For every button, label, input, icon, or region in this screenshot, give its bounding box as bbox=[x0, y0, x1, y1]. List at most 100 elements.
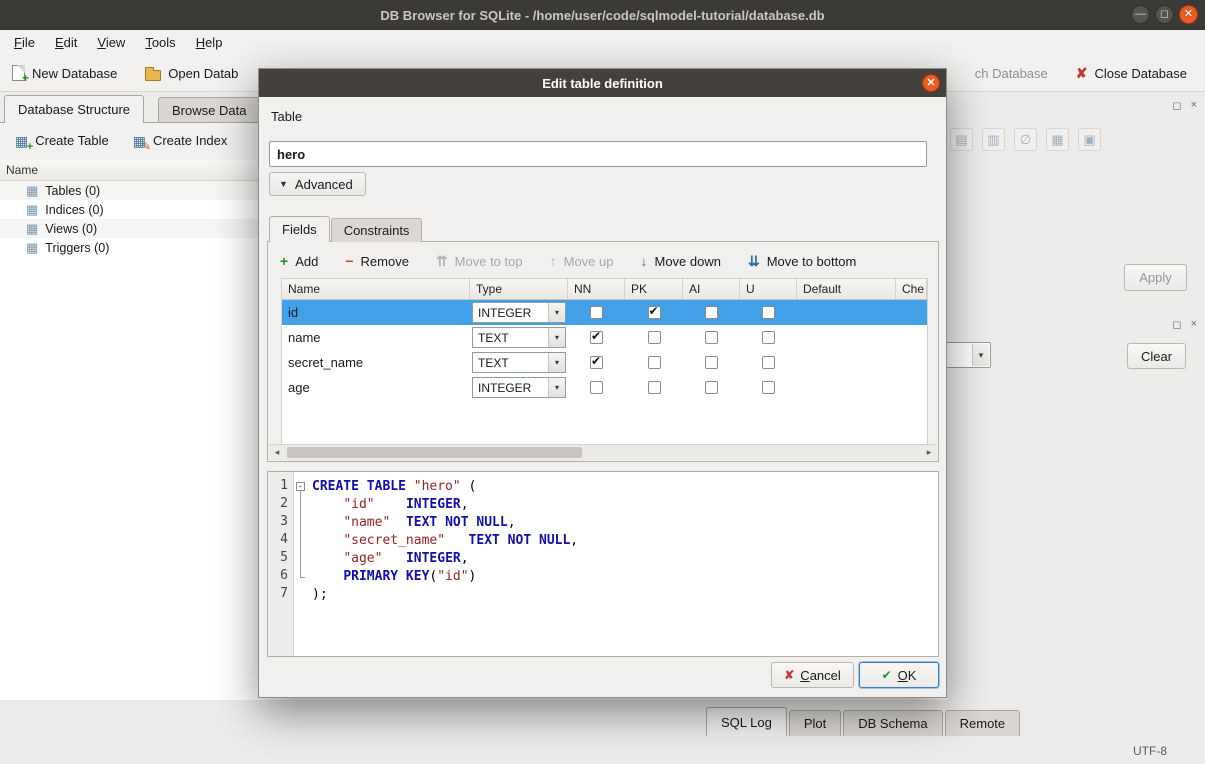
grid-rows: idINTEGER▾nameTEXT▾secret_nameTEXT▾ageIN… bbox=[282, 300, 927, 400]
sql-code[interactable]: CREATE TABLE "hero" ( "id" INTEGER, "nam… bbox=[308, 472, 578, 656]
menu-edit[interactable]: Edit bbox=[45, 32, 87, 53]
check-cell[interactable] bbox=[896, 300, 927, 325]
tab-browse-data[interactable]: Browse Data bbox=[158, 97, 260, 123]
check-cell[interactable] bbox=[896, 350, 927, 375]
bottom-tab-remote[interactable]: Remote bbox=[945, 710, 1021, 736]
fields-remove-button[interactable]: −Remove bbox=[345, 254, 409, 269]
maximize-icon[interactable]: ◻ bbox=[1155, 5, 1174, 24]
field-name-cell[interactable]: secret_name bbox=[282, 350, 470, 375]
table-name-input[interactable]: hero bbox=[269, 141, 927, 167]
default-cell[interactable] bbox=[797, 375, 896, 400]
field-row-secret-name[interactable]: secret_nameTEXT▾ bbox=[282, 350, 927, 375]
check-cell[interactable] bbox=[896, 375, 927, 400]
u-checkbox[interactable] bbox=[762, 306, 775, 319]
dialog-titlebar[interactable]: Edit table definition ✕ bbox=[259, 69, 946, 97]
cancel-button[interactable]: ✘ Cancel bbox=[771, 662, 854, 688]
nn-checkbox[interactable] bbox=[590, 331, 603, 344]
dock-close-icon[interactable]: × bbox=[1191, 99, 1197, 112]
bottom-tab-db-schema[interactable]: DB Schema bbox=[843, 710, 942, 736]
field-name-cell[interactable]: name bbox=[282, 325, 470, 350]
check-cell[interactable] bbox=[896, 325, 927, 350]
menu-tools[interactable]: Tools bbox=[135, 32, 185, 53]
create-table-button[interactable]: ▦ Create Table bbox=[6, 128, 118, 153]
advanced-toggle-button[interactable]: ▼ Advanced bbox=[269, 172, 366, 196]
pk-checkbox[interactable] bbox=[648, 381, 661, 394]
column-header-ai[interactable]: AI bbox=[683, 279, 740, 299]
export-icon: ▥ bbox=[982, 128, 1005, 151]
nn-checkbox[interactable] bbox=[590, 381, 603, 394]
column-header-name[interactable]: Name bbox=[282, 279, 470, 299]
fields-move-down-button[interactable]: ↓Move down bbox=[640, 254, 720, 269]
ai-cell bbox=[683, 325, 740, 350]
pk-checkbox[interactable] bbox=[648, 306, 661, 319]
ai-checkbox[interactable] bbox=[705, 306, 718, 319]
close-database-button[interactable]: ✘ Close Database bbox=[1076, 65, 1187, 82]
field-name-cell[interactable]: age bbox=[282, 375, 470, 400]
fields-move-to-bottom-button[interactable]: ⇊Move to bottom bbox=[748, 254, 856, 269]
table-group-icon: ▦ bbox=[26, 222, 38, 235]
dock-float-icon[interactable]: ◻ bbox=[1172, 318, 1181, 331]
fields-move-to-top-button: ⇈Move to top bbox=[436, 254, 523, 269]
table-group-icon: ▦ bbox=[26, 184, 38, 197]
column-header-default[interactable]: Default bbox=[797, 279, 896, 299]
nn-checkbox[interactable] bbox=[590, 356, 603, 369]
menu-help[interactable]: Help bbox=[186, 32, 233, 53]
chevron-down-icon: ▼ bbox=[279, 179, 288, 189]
tab-constraints[interactable]: Constraints bbox=[331, 218, 423, 242]
create-index-button[interactable]: ▦ Create Index bbox=[124, 128, 237, 153]
menu-view[interactable]: View bbox=[87, 32, 135, 53]
attach-database-button: ch Database bbox=[975, 66, 1048, 81]
field-row-age[interactable]: ageINTEGER▾ bbox=[282, 375, 927, 400]
pk-checkbox[interactable] bbox=[648, 356, 661, 369]
clear-button[interactable]: Clear bbox=[1127, 343, 1186, 369]
dock-close-icon[interactable]: × bbox=[1191, 318, 1197, 331]
pk-checkbox[interactable] bbox=[648, 331, 661, 344]
field-name-cell[interactable]: id bbox=[282, 300, 470, 325]
bottom-tab-plot[interactable]: Plot bbox=[789, 710, 841, 736]
u-checkbox[interactable] bbox=[762, 381, 775, 394]
default-cell[interactable] bbox=[797, 350, 896, 375]
ai-checkbox[interactable] bbox=[705, 356, 718, 369]
close-icon[interactable]: ✕ bbox=[1179, 5, 1198, 24]
open-database-button[interactable]: Open Datab bbox=[145, 66, 238, 81]
bottom-tab-sql-log[interactable]: SQL Log bbox=[706, 707, 787, 736]
scroll-left-icon[interactable]: ◂ bbox=[269, 445, 285, 460]
column-header-che[interactable]: Che bbox=[896, 279, 927, 299]
column-header-u[interactable]: U bbox=[740, 279, 797, 299]
tab-database-structure[interactable]: Database Structure bbox=[4, 95, 144, 123]
ai-checkbox[interactable] bbox=[705, 331, 718, 344]
column-header-type[interactable]: Type bbox=[470, 279, 568, 299]
fields-add-button[interactable]: +Add bbox=[280, 254, 318, 269]
window-titlebar[interactable]: DB Browser for SQLite - /home/user/code/… bbox=[0, 0, 1205, 30]
menu-file[interactable]: File bbox=[4, 32, 45, 53]
column-header-pk[interactable]: PK bbox=[625, 279, 683, 299]
type-combobox[interactable]: INTEGER▾ bbox=[472, 302, 566, 323]
scroll-right-icon[interactable]: ▸ bbox=[921, 445, 937, 460]
create-index-icon: ▦ bbox=[133, 134, 146, 148]
u-cell bbox=[740, 325, 797, 350]
dialog-close-icon[interactable]: ✕ bbox=[922, 74, 940, 92]
column-header-nn[interactable]: NN bbox=[568, 279, 625, 299]
field-row-name[interactable]: nameTEXT▾ bbox=[282, 325, 927, 350]
type-combobox[interactable]: TEXT▾ bbox=[472, 352, 566, 373]
u-checkbox[interactable] bbox=[762, 331, 775, 344]
horizontal-scrollbar[interactable]: ◂ ▸ bbox=[269, 444, 937, 460]
fields-grid: NameTypeNNPKAIUDefaultChe idINTEGER▾name… bbox=[281, 278, 928, 446]
nn-checkbox[interactable] bbox=[590, 306, 603, 319]
default-cell[interactable] bbox=[797, 325, 896, 350]
tab-fields[interactable]: Fields bbox=[269, 216, 330, 242]
pk-cell bbox=[625, 300, 683, 325]
field-row-id[interactable]: idINTEGER▾ bbox=[282, 300, 927, 325]
scrollbar-thumb[interactable] bbox=[287, 447, 582, 458]
default-cell[interactable] bbox=[797, 300, 896, 325]
minimize-icon[interactable]: — bbox=[1131, 5, 1150, 24]
type-combobox[interactable]: INTEGER▾ bbox=[472, 377, 566, 398]
u-checkbox[interactable] bbox=[762, 356, 775, 369]
dock-float-icon[interactable]: ◻ bbox=[1172, 99, 1181, 112]
type-combobox[interactable]: TEXT▾ bbox=[472, 327, 566, 348]
ai-cell bbox=[683, 300, 740, 325]
ok-button[interactable]: ✔ OK bbox=[859, 662, 939, 688]
fold-marker-icon[interactable]: - bbox=[296, 482, 305, 491]
ai-checkbox[interactable] bbox=[705, 381, 718, 394]
new-database-button[interactable]: + New Database bbox=[12, 65, 117, 81]
